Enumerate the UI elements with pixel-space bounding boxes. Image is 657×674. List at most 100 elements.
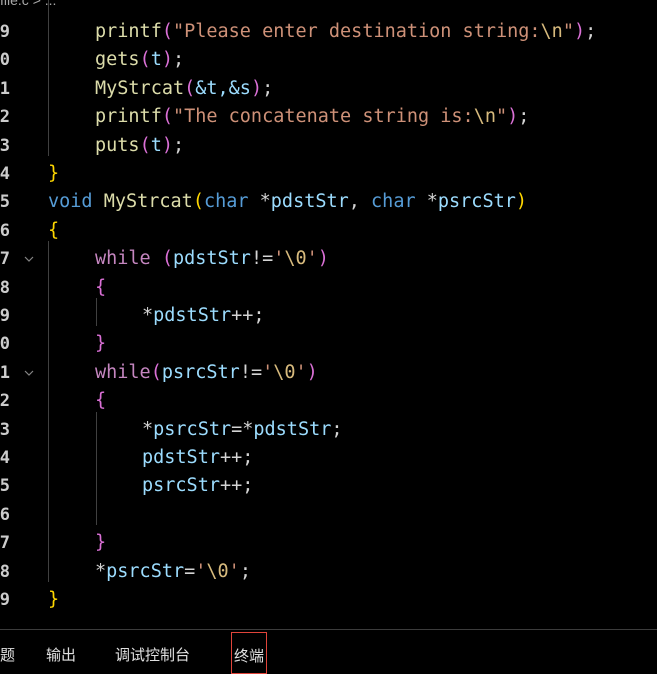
code-token: * [142,418,154,440]
code-token: ++; [231,305,265,326]
code-line[interactable]: 3 *psrcStr=*pdstStr; [0,416,657,444]
code-line[interactable]: 2{ [0,387,657,415]
code-token: ++; [219,475,254,497]
code-token: ' [295,361,307,383]
code-token: ) [306,361,318,383]
panel-tab[interactable]: 调试控制台 [115,644,190,665]
code-token: ) [161,49,173,71]
fold-chevron-down-icon[interactable] [24,368,34,378]
code-line[interactable]: 9 printf("Please enter destination string… [0,18,657,46]
line-number: 9 [0,306,10,326]
code-token: ; [239,560,251,582]
code-editor[interactable]: 9 printf ( "Please enter destination string… [0,0,657,628]
indent-guide [96,411,97,526]
line-number: 7 [0,533,10,554]
code-token: psrcStr [161,361,240,383]
code-token: } [48,163,60,184]
line-number: 1 [0,78,10,99]
code-token: = [184,560,196,582]
code-token: ) [507,106,519,128]
code-token: \n [540,21,563,42]
code-token: \0 [284,248,307,270]
code-token: pdstStr [153,305,232,326]
line-number: 9 [0,590,10,610]
panel-tab[interactable]: 输出 [46,644,76,665]
code-token: * [95,560,107,582]
code-token: } [95,333,107,355]
code-token: pdstStr [253,418,332,440]
panel-tab-bar: 题 输出 调试控制台 终端 [0,630,657,674]
code-text: void MyStrcat(char *pdstStr, char *psrcS… [48,188,527,216]
code-token: char [203,191,260,213]
line-number: 0 [0,50,10,71]
code-token: "The concatenate string is: [172,106,474,128]
code-line[interactable]: 0 gets(t); [0,46,657,74]
code-line[interactable]: 1 MyStrcat(&t,&s); [0,75,657,103]
code-line[interactable]: 7 while (pdstStr!='\0') [0,245,657,273]
fold-chevron-down-icon[interactable] [24,254,34,264]
code-token: MyStrcat [103,191,193,213]
panel-tab-label: 题 [0,647,16,664]
code-text: } [48,160,59,188]
panel-tab-label: 输出 [46,647,77,664]
line-number: 3 [0,135,10,156]
code-token: printf [95,21,162,42]
panel-tab[interactable]: 题 [0,644,15,665]
code-line[interactable]: 4} [0,160,657,188]
code-line[interactable]: 3 puts(t); [0,132,657,160]
code-token: ++; [219,447,254,468]
line-number: 2 [0,391,10,412]
code-line[interactable]: 6{ [0,217,657,245]
code-line[interactable]: 9} [0,586,657,614]
line-number: 3 [0,419,10,440]
code-token: pdstStr [142,447,220,468]
code-token: ) [515,191,527,213]
code-token: while [95,361,151,383]
code-text: printf("The concatenate string is:\n"); [95,103,529,131]
code-token: ( [161,106,173,128]
line-number: 5 [0,192,10,213]
code-token: \0 [206,560,229,582]
code-text: } [95,529,106,557]
code-text: gets(t); [95,46,184,74]
code-token: ; [585,21,597,42]
line-number: 5 [0,476,10,497]
line-number: 8 [0,561,10,582]
code-line[interactable]: 5 psrcStr++; [0,472,657,500]
line-number: 2 [0,107,10,128]
code-token: "Please enter destination string: [172,21,541,42]
code-line[interactable]: 9 *pdstStr++; [0,302,657,330]
code-line[interactable]: 6 [0,501,657,529]
panel-tab[interactable]: 终端 [231,632,268,674]
code-token: void [48,191,104,213]
code-token: ; [518,106,530,128]
code-line[interactable]: 5 void MyStrcat(char *pdstStr, char *psrc… [0,188,657,216]
code-token: " [495,106,508,128]
code-line[interactable]: 8 *psrcStr='\0'; [0,558,657,586]
code-token: gets [95,49,140,71]
code-text: pdstStr++; [142,444,253,472]
code-line[interactable]: 4 pdstStr++; [0,444,657,472]
code-token: { [95,390,107,412]
code-token: ( [139,49,151,71]
line-number: 7 [0,249,10,270]
code-text: while(psrcStr!='\0') [95,359,318,387]
code-token: ' [306,248,318,270]
code-token: char [371,191,427,213]
indent-guide [48,0,49,156]
code-line[interactable]: 7} [0,529,657,557]
code-text: *pdstStr++; [142,302,265,330]
code-line[interactable]: 1 while(psrcStr!='\0') [0,359,657,387]
code-token: pdstStr [172,248,251,270]
code-token: t [150,49,162,71]
code-token: ) [161,134,173,156]
line-number: 6 [0,504,10,525]
code-token: ( [150,361,162,383]
code-line[interactable]: 2 printf("The concatenate string is:\n"); [0,103,657,131]
code-token: ) [573,21,586,42]
line-number: 0 [0,334,10,355]
code-line[interactable]: 0} [0,330,657,358]
code-token: =* [231,418,254,440]
line-number: 1 [0,362,10,383]
code-line[interactable]: 8{ [0,274,657,302]
